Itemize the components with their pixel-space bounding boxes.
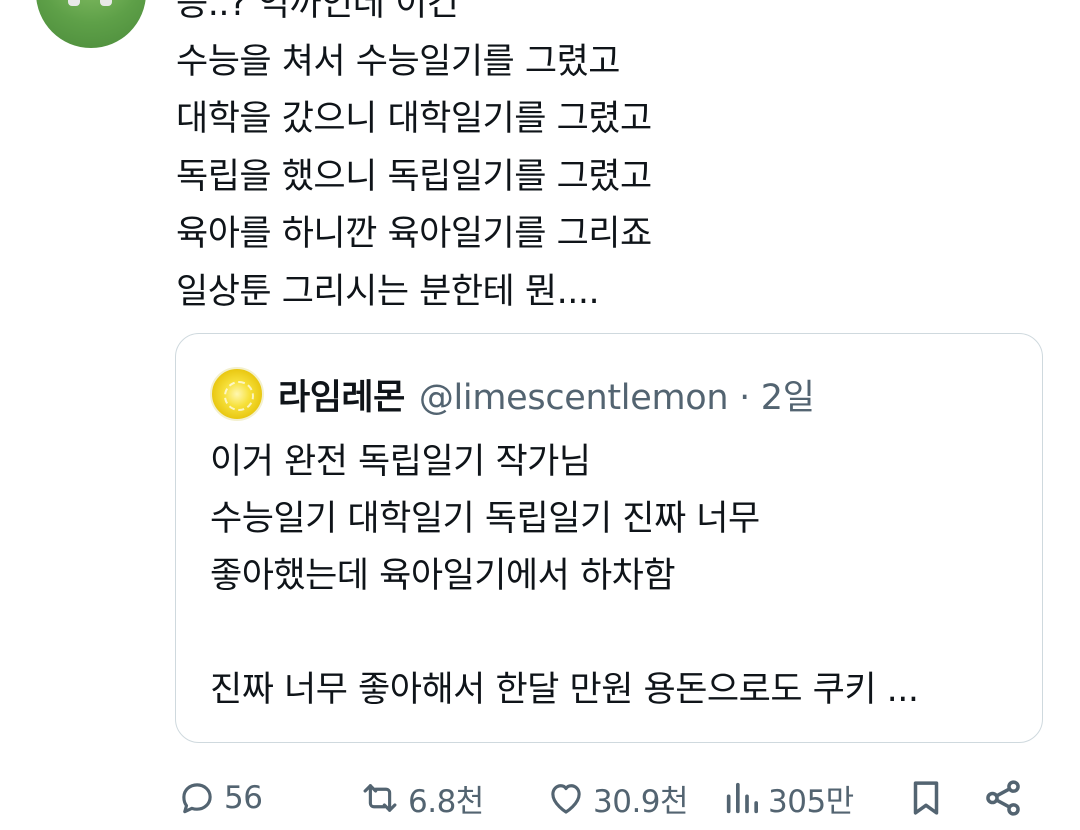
- retweet-button[interactable]: 6.8천: [358, 774, 484, 822]
- retweet-icon: [363, 784, 397, 812]
- quoted-tweet-header: 라임레몬 @limescentlemon · 2일: [210, 364, 815, 424]
- quoted-author-avatar[interactable]: [210, 367, 264, 421]
- quoted-line: [210, 605, 1030, 662]
- like-count: 30.9천: [593, 783, 689, 820]
- heart-icon: [551, 784, 581, 814]
- avatar-figure: [68, 0, 80, 6]
- tweet-line: 일상툰 그리시는 분한테 뭔....: [176, 271, 600, 312]
- tweet-line: 대학을 갔으니 대학일기를 그렸고: [176, 99, 652, 140]
- views-button[interactable]: 305만: [722, 774, 854, 822]
- analytics-icon: [726, 782, 758, 814]
- like-button[interactable]: 30.9천: [545, 774, 689, 822]
- view-count: 305만: [768, 783, 854, 820]
- reply-icon: [182, 783, 212, 814]
- bookmark-button[interactable]: [905, 774, 947, 822]
- share-icon: [986, 780, 1020, 816]
- quoted-line: 좋아했는데 육아일기에서 하차함: [210, 556, 676, 596]
- tweet-action-bar: 56 6.8천 30.9천 305만: [0, 770, 1080, 826]
- quoted-author-name[interactable]: 라임레몬: [278, 369, 405, 420]
- quoted-line: 수능일기 대학일기 독립일기 진짜 너무: [210, 499, 760, 539]
- quoted-line: 이거 완전 독립일기 작가님: [210, 442, 591, 482]
- share-button[interactable]: [982, 774, 1024, 822]
- quoted-tweet-text: 이거 완전 독립일기 작가님 수능일기 대학일기 독립일기 진짜 너무 좋아했는…: [210, 434, 1030, 719]
- tweet-line: 수능을 쳐서 수능일기를 그렸고: [176, 41, 620, 82]
- tweet-line: 독립을 했으니 독립일기를 그렸고: [176, 156, 652, 197]
- retweet-count: 6.8천: [408, 783, 484, 820]
- reply-count: 56: [224, 780, 263, 816]
- reply-button[interactable]: 56: [176, 774, 263, 822]
- tweet-text: 응..? 억까인데 이건 수능을 쳐서 수능일기를 그렸고 대학을 갔으니 대학…: [176, 0, 1036, 322]
- quoted-line: 진짜 너무 좋아해서 한달 만원 용돈으로도 쿠키 ...: [210, 670, 919, 710]
- tweet-line: 육아를 하니깐 육아일기를 그리죠: [176, 214, 652, 255]
- quoted-tweet-card[interactable]: 라임레몬 @limescentlemon · 2일 이거 완전 독립일기 작가님…: [175, 333, 1043, 743]
- bookmark-icon: [913, 781, 939, 815]
- tweet-line: 응..? 억까인데 이건: [176, 0, 459, 24]
- author-avatar[interactable]: [36, 0, 146, 48]
- avatar-figure: [100, 0, 112, 6]
- quoted-author-handle[interactable]: @limescentlemon · 2일: [419, 369, 815, 420]
